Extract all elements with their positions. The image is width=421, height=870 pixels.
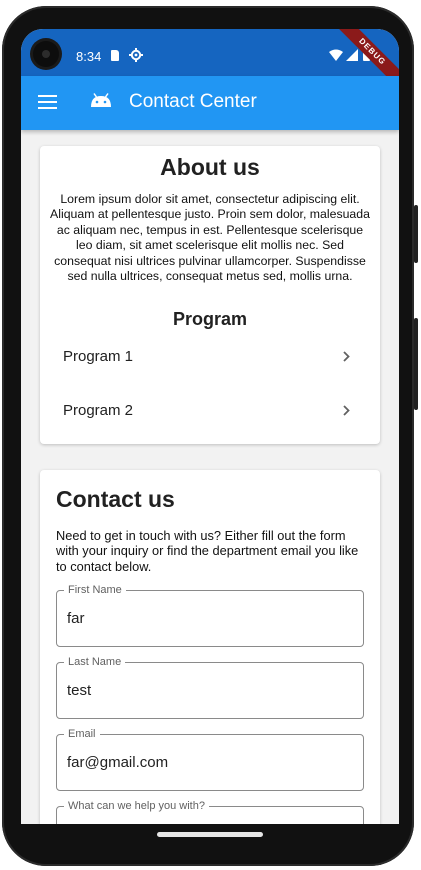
help-label: What can we help you with? xyxy=(64,799,209,813)
last-name-label: Last Name xyxy=(64,655,126,669)
status-bar: 8:34 DEBUG xyxy=(21,29,399,96)
about-text: Lorem ipsum dolor sit amet, consectetur … xyxy=(50,192,370,284)
email-field[interactable]: Email xyxy=(56,727,364,791)
app-title: Contact Center xyxy=(129,91,257,112)
email-label: Email xyxy=(64,727,100,741)
program-item-2[interactable]: Program 2 xyxy=(40,383,380,437)
front-camera xyxy=(33,41,59,67)
content-scroll[interactable]: About us Lorem ipsum dolor sit amet, con… xyxy=(21,130,399,824)
first-name-field[interactable]: First Name xyxy=(56,583,364,647)
contact-text: Need to get in touch with us? Either fil… xyxy=(56,528,359,574)
program-item-1[interactable]: Program 1 xyxy=(40,329,380,383)
last-name-field[interactable]: Last Name xyxy=(56,655,364,719)
volume-button xyxy=(414,205,418,263)
phone-frame: 8:34 DEBUG Contact Center About us Lorem… xyxy=(0,0,421,870)
last-name-input[interactable] xyxy=(67,678,353,702)
menu-icon[interactable] xyxy=(38,95,57,109)
chevron-right-icon xyxy=(343,351,350,362)
about-card: About us Lorem ipsum dolor sit amet, con… xyxy=(40,146,380,444)
contact-card: Contact us Need to get in touch with us?… xyxy=(40,470,380,824)
help-field[interactable]: What can we help you with? xyxy=(56,799,364,824)
signal-icon xyxy=(346,49,358,61)
gear-icon xyxy=(129,48,143,62)
android-icon xyxy=(91,93,111,107)
program-title: Program xyxy=(172,309,248,329)
help-input[interactable] xyxy=(67,822,353,824)
contact-title: Contact us xyxy=(56,486,175,512)
power-button xyxy=(414,318,418,410)
first-name-input[interactable] xyxy=(67,606,353,630)
first-name-label: First Name xyxy=(64,583,126,597)
sd-card-icon xyxy=(111,50,119,61)
home-indicator[interactable] xyxy=(157,832,263,837)
program-label: Program 1 xyxy=(63,348,134,365)
about-title: About us xyxy=(160,154,260,180)
email-input[interactable] xyxy=(67,750,353,774)
program-label: Program 2 xyxy=(63,402,134,419)
screen: 8:34 DEBUG Contact Center About us Lorem… xyxy=(21,29,399,824)
wifi-icon xyxy=(329,49,343,61)
status-time: 8:34 xyxy=(76,49,102,64)
chevron-right-icon xyxy=(343,405,350,416)
app-bar: Contact Center xyxy=(21,76,399,130)
